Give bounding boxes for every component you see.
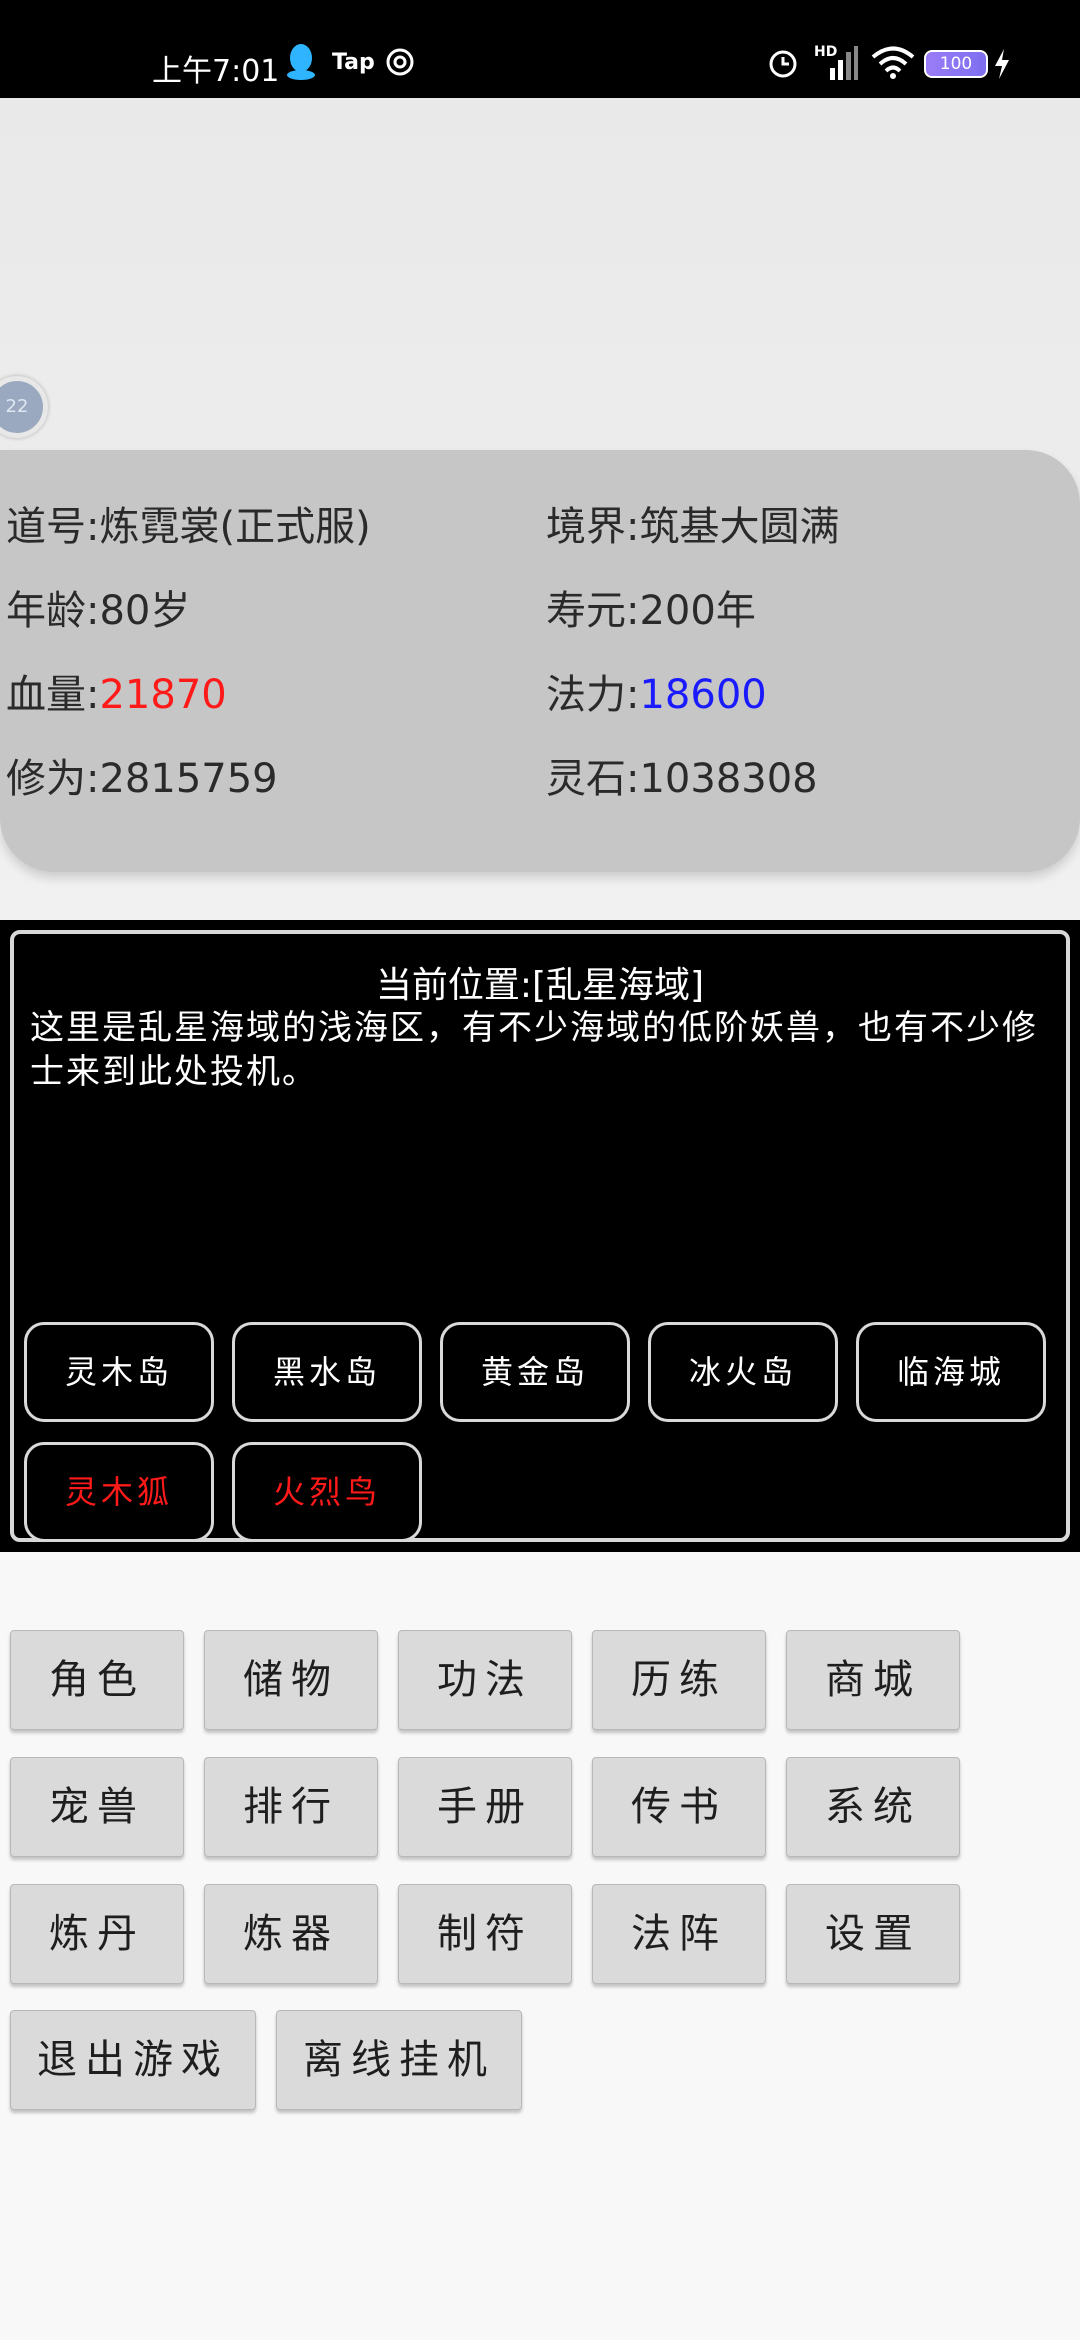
destination-button-heishui-island[interactable]: 黑水岛 bbox=[232, 1322, 422, 1422]
stat-mana-value: 18600 bbox=[639, 672, 767, 718]
stat-hp: 血量:21870 bbox=[6, 662, 227, 720]
stat-spirit-stone-label: 灵石: bbox=[546, 756, 640, 802]
location-description: 这里是乱星海域的浅海区，有不少海域的低阶妖兽，也有不少修士来到此处投机。 bbox=[30, 1008, 1038, 1092]
menu-button-settings[interactable]: 设置 bbox=[786, 1884, 960, 1984]
stat-spirit-stone-value: 1038308 bbox=[639, 756, 818, 802]
stat-age-label: 年龄: bbox=[6, 588, 100, 634]
character-area: 22 道号:炼霓裳(正式服) 境界:筑基大圆满 年龄:80岁 寿元:200年 血… bbox=[0, 98, 1080, 920]
stat-mana-label: 法力: bbox=[546, 672, 640, 718]
character-stats-card: 道号:炼霓裳(正式服) 境界:筑基大圆满 年龄:80岁 寿元:200年 血量:2… bbox=[0, 450, 1080, 872]
menu-button-shop[interactable]: 商城 bbox=[786, 1630, 960, 1730]
menu-button-skills[interactable]: 功法 bbox=[398, 1630, 572, 1730]
wifi-icon bbox=[871, 46, 915, 79]
menu-button-character[interactable]: 角色 bbox=[10, 1630, 184, 1730]
stat-cultivation: 修为:2815759 bbox=[6, 746, 278, 804]
menu-button-talismans[interactable]: 制符 bbox=[398, 1884, 572, 1984]
stat-hp-value: 21870 bbox=[99, 672, 227, 718]
battery-level: 100 bbox=[939, 54, 973, 74]
stat-realm-value: 筑基大圆满 bbox=[639, 504, 840, 550]
signal-icon bbox=[830, 46, 858, 80]
enemy-button-flamingo[interactable]: 火烈鸟 bbox=[232, 1442, 422, 1542]
menu-button-forging[interactable]: 炼器 bbox=[204, 1884, 378, 1984]
main-menu: 角色 储物 功法 历练 商城 宠兽 排行 手册 传书 系统 炼丹 炼器 制符 法… bbox=[0, 1552, 1080, 2340]
menu-button-messages[interactable]: 传书 bbox=[592, 1757, 766, 1857]
stat-cultivation-value: 2815759 bbox=[99, 756, 278, 802]
tap-icon: Tap bbox=[332, 50, 375, 75]
status-bar: 上午7:01 Tap HD 100 bbox=[0, 0, 1080, 98]
stat-age: 年龄:80岁 bbox=[6, 578, 190, 636]
menu-button-alchemy[interactable]: 炼丹 bbox=[10, 1884, 184, 1984]
stat-cultivation-label: 修为: bbox=[6, 756, 100, 802]
enemy-button-lingmu-fox[interactable]: 灵木狐 bbox=[24, 1442, 214, 1542]
spiral-icon bbox=[386, 48, 414, 76]
battery-icon: 100 bbox=[924, 50, 988, 78]
destination-button-lingmu-island[interactable]: 灵木岛 bbox=[24, 1322, 214, 1422]
location-panel: 当前位置:[乱星海域] 这里是乱星海域的浅海区，有不少海域的低阶妖兽，也有不少修… bbox=[0, 920, 1080, 1552]
stat-name-value: 炼霓裳(正式服) bbox=[99, 504, 371, 550]
stat-realm-label: 境界: bbox=[546, 504, 640, 550]
stat-name: 道号:炼霓裳(正式服) bbox=[6, 494, 371, 552]
alarm-icon bbox=[769, 50, 797, 78]
menu-button-training[interactable]: 历练 bbox=[592, 1630, 766, 1730]
qq-icon bbox=[287, 44, 315, 80]
stat-name-label: 道号: bbox=[6, 504, 100, 550]
menu-button-offline-idle[interactable]: 离线挂机 bbox=[276, 2010, 522, 2110]
stat-mana: 法力:18600 bbox=[546, 662, 767, 720]
destination-button-linhai-city[interactable]: 临海城 bbox=[856, 1322, 1046, 1422]
stat-realm: 境界:筑基大圆满 bbox=[546, 494, 839, 552]
location-panel-frame: 当前位置:[乱星海域] 这里是乱星海域的浅海区，有不少海域的低阶妖兽，也有不少修… bbox=[10, 930, 1070, 1542]
menu-button-manual[interactable]: 手册 bbox=[398, 1757, 572, 1857]
menu-button-formations[interactable]: 法阵 bbox=[592, 1884, 766, 1984]
destination-button-binghuo-island[interactable]: 冰火岛 bbox=[648, 1322, 838, 1422]
menu-button-system[interactable]: 系统 bbox=[786, 1757, 960, 1857]
charging-icon bbox=[995, 49, 1009, 79]
stat-lifespan-value: 200年 bbox=[639, 588, 756, 634]
destination-button-huangjin-island[interactable]: 黄金岛 bbox=[440, 1322, 630, 1422]
menu-button-pets[interactable]: 宠兽 bbox=[10, 1757, 184, 1857]
stat-lifespan-label: 寿元: bbox=[546, 588, 640, 634]
status-time: 上午7:01 bbox=[152, 54, 280, 89]
menu-button-ranking[interactable]: 排行 bbox=[204, 1757, 378, 1857]
stat-lifespan: 寿元:200年 bbox=[546, 578, 756, 636]
stat-hp-label: 血量: bbox=[6, 672, 100, 718]
menu-button-storage[interactable]: 储物 bbox=[204, 1630, 378, 1730]
stat-spirit-stone: 灵石:1038308 bbox=[546, 746, 818, 804]
stat-age-value: 80岁 bbox=[99, 588, 191, 634]
menu-button-exit-game[interactable]: 退出游戏 bbox=[10, 2010, 256, 2110]
location-title: 当前位置:[乱星海域] bbox=[375, 965, 705, 1006]
floating-ball[interactable]: 22 bbox=[0, 376, 48, 438]
